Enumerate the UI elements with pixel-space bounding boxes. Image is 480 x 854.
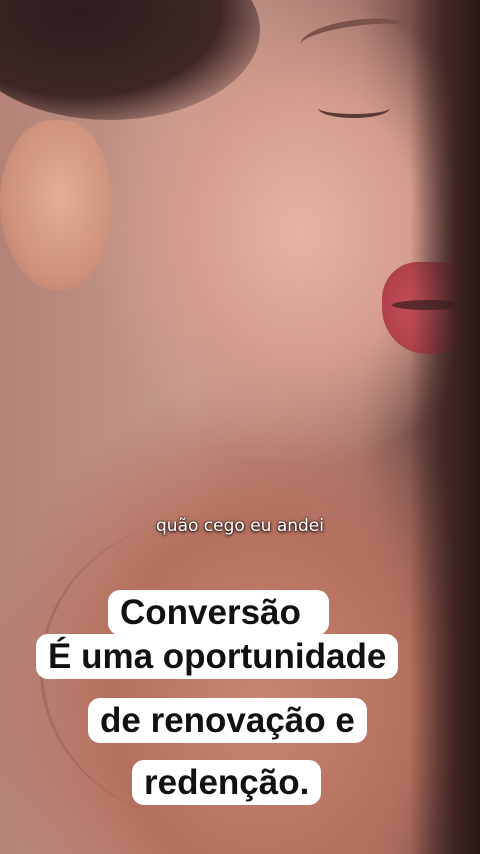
ear [0,120,110,290]
video-subtitle: quão cego eu andei [156,516,324,536]
eyebrow [298,12,412,62]
closed-eye [318,98,390,118]
caption-line-2: É uma oportunidade [36,634,399,679]
caption-line-1: Conversão [108,590,329,635]
background-shadow [410,0,480,854]
hair [0,0,260,120]
caption-line-4: redenção. [132,760,322,805]
caption-line-3: de renovação e [88,698,367,743]
